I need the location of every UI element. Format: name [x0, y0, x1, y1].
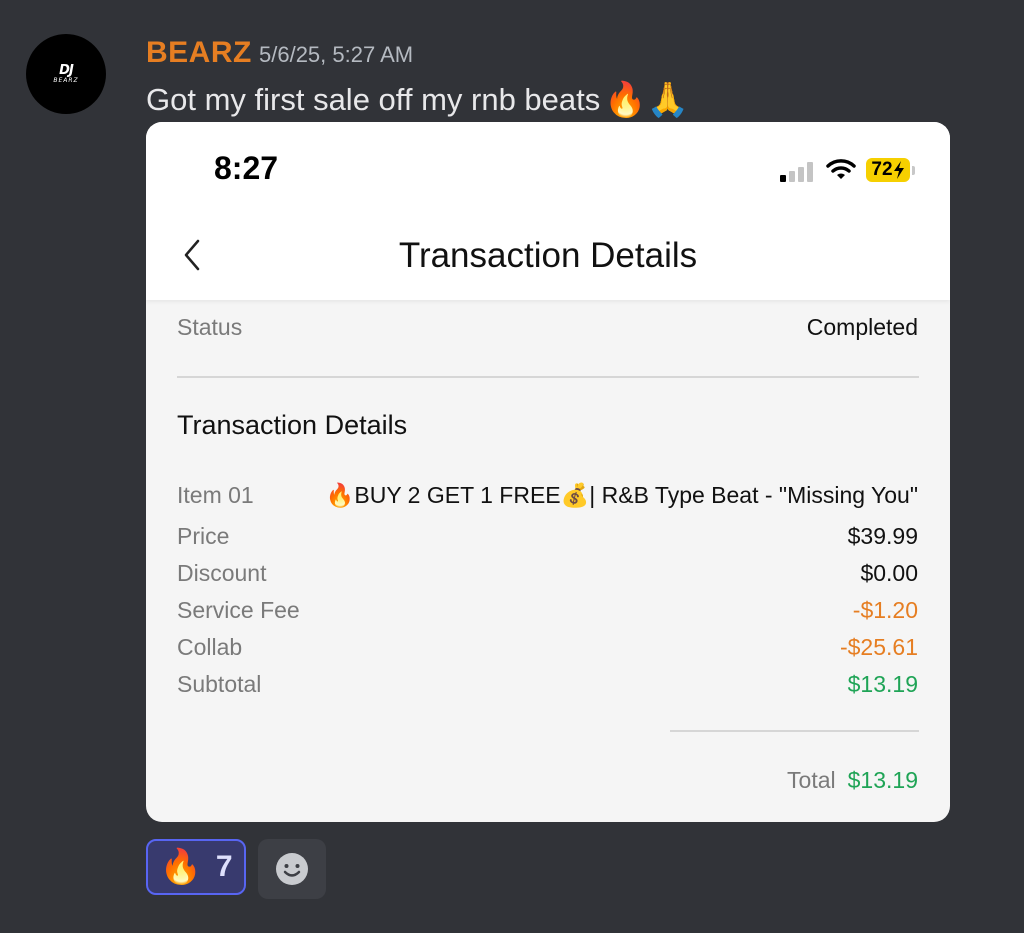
divider [177, 376, 919, 378]
app-header: 8:27 72 Transaction Details [146, 122, 950, 300]
username[interactable]: BEARZ [146, 36, 252, 70]
price-value: $39.99 [847, 523, 918, 549]
message-content: Got my first sale off my rnb beats 🔥🙏 [146, 80, 689, 120]
service-fee-label: Service Fee [177, 597, 300, 623]
discount-value: $0.00 [860, 560, 918, 586]
total-label: Total [787, 767, 836, 793]
smiley-add-reaction-icon [276, 853, 308, 885]
message-text: Got my first sale off my rnb beats [146, 82, 601, 117]
reaction-fire[interactable]: 🔥 7 [146, 839, 246, 895]
add-reaction-button[interactable] [258, 839, 326, 899]
avatar-logo-text: DJ [59, 62, 74, 78]
item-label: Item 01 [177, 482, 254, 508]
battery-indicator: 72 [866, 158, 910, 182]
discount-label: Discount [177, 560, 267, 586]
charging-bolt-icon [893, 161, 904, 179]
status-bar-time: 8:27 [214, 150, 279, 186]
section-title: Transaction Details [177, 410, 408, 440]
subtotal-label: Subtotal [177, 671, 262, 697]
collab-value: -$25.61 [839, 634, 918, 660]
service-fee-value: -$1.20 [852, 597, 918, 623]
total-row: Total $13.19 [787, 767, 918, 794]
wifi-icon [826, 159, 856, 179]
avatar[interactable]: DJ BEARZ [26, 34, 106, 114]
page-title: Transaction Details [398, 236, 698, 275]
message-emoji: 🔥🙏 [604, 80, 689, 120]
subtotal-value: $13.19 [847, 671, 918, 697]
collab-label: Collab [177, 634, 243, 660]
status-value: Completed [806, 314, 918, 340]
message-timestamp: 5/6/25, 5:27 AM [259, 42, 414, 67]
avatar-logo-subtext: BEARZ [53, 76, 79, 84]
total-value: $13.19 [847, 767, 918, 793]
fire-emoji-icon: 🔥 [159, 847, 202, 887]
battery-tip [912, 166, 915, 175]
price-label: Price [177, 523, 230, 549]
cellular-signal-icon [780, 160, 813, 182]
reaction-count: 7 [215, 850, 233, 883]
attached-image[interactable]: 8:27 72 Transaction Details Status Compl… [146, 122, 950, 822]
total-divider [670, 730, 919, 732]
battery-level: 72 [871, 159, 893, 180]
item-value: 🔥BUY 2 GET 1 FREE💰| R&B Type Beat - "Mis… [325, 482, 918, 508]
status-label: Status [177, 314, 243, 340]
